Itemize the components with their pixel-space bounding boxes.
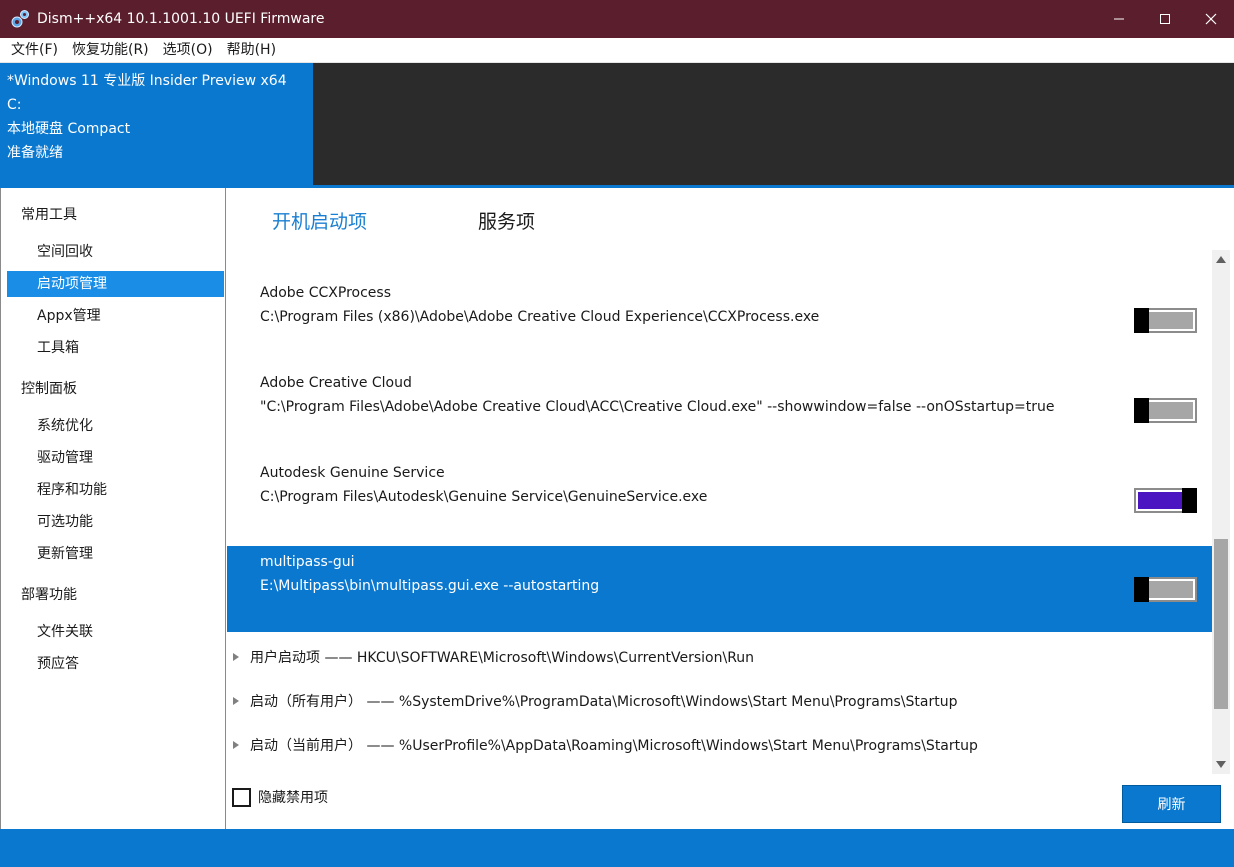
entry-path: E:\Multipass\bin\multipass.gui.exe --aut… bbox=[260, 578, 600, 594]
gears-icon bbox=[11, 10, 29, 28]
sidebar-item-programs[interactable]: 程序和功能 bbox=[7, 477, 224, 503]
sidebar-item-pre-answer[interactable]: 预应答 bbox=[7, 651, 224, 677]
hide-disabled-checkbox[interactable] bbox=[232, 787, 251, 807]
title-bar: Dism++x64 10.1.1001.10 UEFI Firmware bbox=[0, 0, 1234, 38]
sidebar-group-control-panel: 控制面板 bbox=[21, 381, 77, 397]
entry-path: C:\Program Files (x86)\Adobe\Adobe Creat… bbox=[260, 309, 820, 325]
group-label: 用户启动项 —— HKCU\SOFTWARE\Microsoft\Windows… bbox=[250, 650, 755, 666]
entry-toggle[interactable] bbox=[1134, 577, 1197, 602]
startup-entry-selected[interactable]: multipass-gui E:\Multipass\bin\multipass… bbox=[227, 546, 1212, 632]
window-title: Dism++x64 10.1.1001.10 UEFI Firmware bbox=[37, 11, 325, 27]
vertical-scrollbar[interactable] bbox=[1212, 250, 1230, 774]
expand-arrow-icon bbox=[233, 741, 239, 749]
hide-disabled-label: 隐藏禁用项 bbox=[258, 790, 328, 806]
main-panel: 开机启动项 服务项 Adobe CCXProcess C:\Program Fi… bbox=[227, 188, 1234, 829]
entry-toggle[interactable] bbox=[1134, 488, 1197, 513]
sidebar-item-appx[interactable]: Appx管理 bbox=[7, 303, 224, 329]
startup-group-row[interactable]: 启动（当前用户） —— %UserProfile%\AppData\Roamin… bbox=[232, 735, 978, 755]
refresh-button[interactable]: 刷新 bbox=[1122, 785, 1221, 823]
menu-options[interactable]: 选项(O) bbox=[156, 38, 220, 63]
entry-name: Adobe Creative Cloud bbox=[260, 375, 412, 391]
image-drive: C: bbox=[7, 97, 22, 113]
close-icon bbox=[1205, 13, 1217, 25]
tab-startup-items[interactable]: 开机启动项 bbox=[272, 207, 367, 234]
startup-entry[interactable]: Autodesk Genuine Service C:\Program File… bbox=[227, 457, 1212, 543]
sidebar-item-system-optimize[interactable]: 系统优化 bbox=[7, 413, 224, 439]
hide-disabled-option[interactable]: 隐藏禁用项 bbox=[232, 787, 328, 807]
startup-entry[interactable]: Adobe Creative Cloud "C:\Program Files\A… bbox=[227, 367, 1212, 453]
maximize-icon bbox=[1160, 14, 1170, 24]
sidebar-item-space-cleanup[interactable]: 空间回收 bbox=[7, 239, 224, 265]
sidebar-group-deployment: 部署功能 bbox=[21, 587, 77, 603]
close-button[interactable] bbox=[1188, 0, 1234, 38]
startup-group-row[interactable]: 启动（所有用户） —— %SystemDrive%\ProgramData\Mi… bbox=[232, 691, 957, 711]
sidebar: 常用工具 空间回收 启动项管理 Appx管理 工具箱 控制面板 系统优化 驱动管… bbox=[0, 188, 226, 829]
image-disk-type: 本地硬盘 Compact bbox=[7, 121, 131, 137]
tab-services[interactable]: 服务项 bbox=[478, 207, 535, 234]
group-label: 启动（当前用户） —— %UserProfile%\AppData\Roamin… bbox=[250, 738, 978, 754]
entry-path: C:\Program Files\Autodesk\Genuine Servic… bbox=[260, 489, 708, 505]
sidebar-item-startup-manager[interactable]: 启动项管理 bbox=[7, 271, 224, 297]
expand-arrow-icon bbox=[233, 697, 239, 705]
sidebar-item-optional-features[interactable]: 可选功能 bbox=[7, 509, 224, 535]
minimize-button[interactable] bbox=[1096, 0, 1142, 38]
sidebar-item-updates[interactable]: 更新管理 bbox=[7, 541, 224, 567]
scroll-down-arrow-icon[interactable] bbox=[1216, 761, 1226, 768]
entry-name: Adobe CCXProcess bbox=[260, 285, 391, 301]
expand-arrow-icon bbox=[233, 653, 239, 661]
menu-help[interactable]: 帮助(H) bbox=[220, 38, 283, 63]
menu-bar: 文件(F) 恢复功能(R) 选项(O) 帮助(H) bbox=[0, 38, 1234, 63]
minimize-icon bbox=[1114, 18, 1124, 20]
scrollbar-thumb[interactable] bbox=[1214, 539, 1228, 709]
startup-entry[interactable]: Adobe CCXProcess C:\Program Files (x86)\… bbox=[227, 277, 1212, 363]
sidebar-group-common-tools: 常用工具 bbox=[21, 207, 77, 223]
status-bar bbox=[0, 829, 1234, 867]
entry-toggle[interactable] bbox=[1134, 308, 1197, 333]
entry-name: multipass-gui bbox=[260, 554, 355, 570]
image-os-name: *Windows 11 专业版 Insider Preview x64 bbox=[7, 73, 287, 89]
menu-file[interactable]: 文件(F) bbox=[4, 38, 65, 63]
sidebar-item-toolbox[interactable]: 工具箱 bbox=[7, 335, 224, 361]
startup-group-row[interactable]: 用户启动项 —— HKCU\SOFTWARE\Microsoft\Windows… bbox=[232, 647, 754, 667]
entry-toggle[interactable] bbox=[1134, 398, 1197, 423]
maximize-button[interactable] bbox=[1142, 0, 1188, 38]
menu-recovery[interactable]: 恢复功能(R) bbox=[65, 38, 156, 63]
sidebar-item-file-associations[interactable]: 文件关联 bbox=[7, 619, 224, 645]
image-status: 准备就绪 bbox=[7, 145, 63, 161]
image-info-panel[interactable]: *Windows 11 专业版 Insider Preview x64 C: 本… bbox=[0, 63, 313, 185]
scroll-up-arrow-icon[interactable] bbox=[1216, 256, 1226, 263]
entry-path: "C:\Program Files\Adobe\Adobe Creative C… bbox=[260, 399, 1055, 415]
group-label: 启动（所有用户） —— %SystemDrive%\ProgramData\Mi… bbox=[250, 694, 958, 710]
entry-name: Autodesk Genuine Service bbox=[260, 465, 445, 481]
sidebar-item-drivers[interactable]: 驱动管理 bbox=[7, 445, 224, 471]
